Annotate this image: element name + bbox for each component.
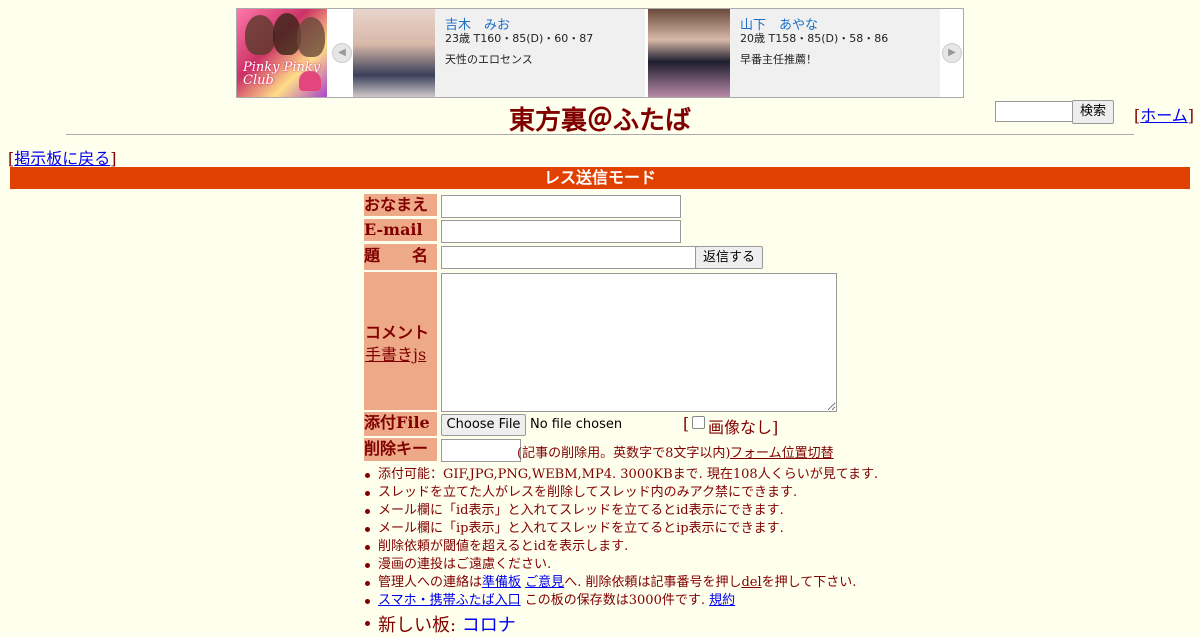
- note-text: へ. 削除依頼は記事番号を押し: [564, 575, 742, 590]
- delete-key-hint: (記事の削除用。英数字で8文字以内): [517, 446, 731, 461]
- email-field[interactable]: [441, 220, 681, 243]
- ad-banner[interactable]: Pinky Pinky Club ◀ 吉木 みお 23歳 T160・85(D)・…: [236, 8, 964, 98]
- list-item: スレッドを立てた人がレスを削除してスレッド内のみアク禁にできます.: [364, 484, 878, 502]
- note-text: 新しい板:: [378, 615, 462, 636]
- note-text: この板の保存数は3000件です.: [520, 593, 710, 608]
- ad-card-spec: 20歳 T158・85(D)・58・86: [740, 32, 889, 45]
- home-nav: [ホーム]: [1134, 102, 1194, 126]
- handwriting-link[interactable]: 手書きjs: [365, 341, 426, 365]
- list-item: 添付可能：GIF,JPG,PNG,WEBM,MP4. 3000KBまで. 現在1…: [364, 466, 879, 484]
- del-link[interactable]: del: [741, 575, 761, 590]
- terms-link[interactable]: 規約: [709, 593, 735, 608]
- header-divider: [66, 134, 1134, 135]
- submit-button[interactable]: 返信する: [695, 246, 763, 269]
- list-item: メール欄に「id表示」と入れてスレッドを立てるとid表示にできます.: [364, 502, 878, 520]
- ad-card-2[interactable]: 山下 あやな 20歳 T158・85(D)・58・86 早番主任推薦！: [648, 9, 940, 97]
- no-image-checkbox[interactable]: [692, 416, 705, 429]
- back-to-board-link[interactable]: 掲示板に戻る: [14, 149, 110, 168]
- back-nav: [掲示板に戻る]: [8, 145, 117, 169]
- feedback-link[interactable]: ご意見: [525, 575, 564, 590]
- choose-file-button[interactable]: Choose File: [441, 414, 526, 436]
- no-image-open: [: [683, 414, 690, 433]
- comment-textarea[interactable]: [441, 273, 837, 412]
- name-label: おなまえ: [364, 194, 437, 216]
- note-text: メール欄に「ip表示」と入れてスレッドを立てるとip表示にできます.: [378, 521, 784, 536]
- new-board-link[interactable]: コロナ: [462, 615, 516, 636]
- bracket-close: ]: [1187, 106, 1195, 125]
- delete-key-label: 削除キー: [364, 438, 437, 461]
- ad-photo-2[interactable]: [648, 9, 730, 97]
- comment-label-cell: コメント 手書きjs: [364, 272, 437, 410]
- notes-list: 添付可能：GIF,JPG,PNG,WEBM,MP4. 3000KBまで. 現在1…: [364, 466, 879, 610]
- ad-card-desc: 天性のエロセンス: [445, 53, 533, 66]
- subject-label: 題 名: [364, 244, 437, 270]
- form-position-toggle-link[interactable]: フォーム位置切替: [730, 442, 834, 461]
- note-text: 削除依頼が閾値を超えるとidを表示します.: [378, 539, 629, 554]
- note-text: スレッドを立てた人がレスを削除してスレッド内のみアク禁にできます.: [378, 485, 798, 500]
- note-text: 管理人への連絡は: [378, 575, 483, 590]
- comment-label: コメント: [365, 323, 430, 342]
- delete-key-field[interactable]: [441, 439, 521, 462]
- file-label: 添付File: [364, 412, 437, 436]
- subject-field[interactable]: [441, 246, 698, 269]
- no-image-label: 画像なし]: [708, 418, 779, 437]
- new-board-item: 新しい板: コロナ: [365, 611, 516, 637]
- ad-card-desc: 早番主任推薦！: [740, 53, 817, 66]
- note-text: メール欄に「id表示」と入れてスレッドを立てるとid表示にできます.: [378, 503, 784, 518]
- list-item: 管理人への連絡は準備板 ご意見へ. 削除依頼は記事番号を押しdelを押して下さい…: [364, 574, 878, 592]
- ad-card-1[interactable]: 吉木 みお 23歳 T160・85(D)・60・87 天性のエロセンス: [353, 9, 645, 97]
- note-text: 添付可能：GIF,JPG,PNG,WEBM,MP4. 3000KBまで. 現在1…: [378, 467, 879, 482]
- file-name-text: No file chosen: [530, 417, 623, 432]
- mobile-entry-link[interactable]: スマホ・携帯ふたば入口: [378, 593, 521, 608]
- chevron-right-icon: ▶: [948, 47, 956, 58]
- chevron-left-icon: ◀: [338, 47, 346, 58]
- bracket-close: ]: [110, 149, 117, 168]
- home-link[interactable]: ホーム: [1140, 106, 1188, 125]
- list-item: メール欄に「ip表示」と入れてスレッドを立てるとip表示にできます.: [364, 520, 878, 538]
- ad-next-button[interactable]: ▶: [942, 43, 962, 63]
- list-item: スマホ・携帯ふたば入口 この板の保存数は3000件です. 規約: [364, 592, 878, 610]
- heart-icon: [299, 71, 321, 91]
- ad-photo-1[interactable]: [353, 9, 435, 97]
- reply-mode-bar: レス送信モード: [10, 167, 1190, 189]
- note-text: 漫画の連投はご遠慮ください.: [378, 557, 552, 572]
- ad-logo[interactable]: Pinky Pinky Club: [237, 9, 327, 97]
- list-item: 削除依頼が閾値を超えるとidを表示します.: [364, 538, 878, 556]
- email-label: E-mail: [364, 219, 437, 241]
- name-field[interactable]: [441, 195, 681, 218]
- note-text: を押して下さい.: [761, 575, 857, 590]
- ad-card-spec: 23歳 T160・85(D)・60・87: [445, 32, 594, 45]
- list-item: 漫画の連投はご遠慮ください.: [364, 556, 878, 574]
- ad-prev-button[interactable]: ◀: [332, 43, 352, 63]
- prep-board-link[interactable]: 準備板: [482, 575, 521, 590]
- search-input[interactable]: [995, 101, 1075, 122]
- search-button[interactable]: 検索: [1072, 100, 1114, 124]
